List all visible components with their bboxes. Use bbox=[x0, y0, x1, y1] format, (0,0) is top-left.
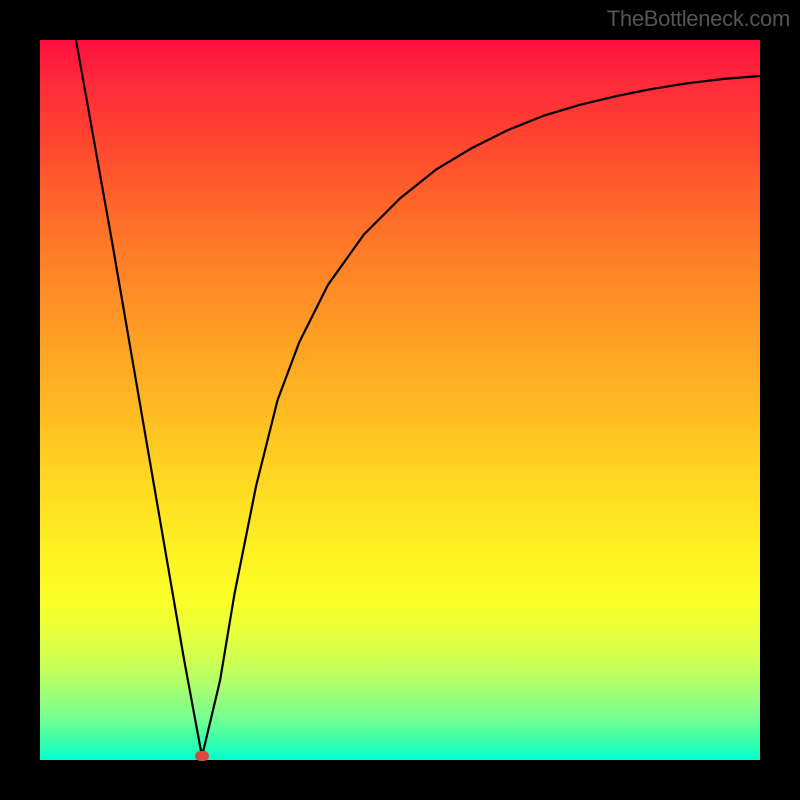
watermark-text: TheBottleneck.com bbox=[607, 6, 790, 32]
chart-frame: TheBottleneck.com bbox=[0, 0, 800, 800]
plot-area bbox=[40, 40, 760, 760]
minimum-marker bbox=[195, 751, 209, 761]
bottleneck-curve bbox=[76, 40, 760, 756]
curve-layer bbox=[40, 40, 760, 760]
